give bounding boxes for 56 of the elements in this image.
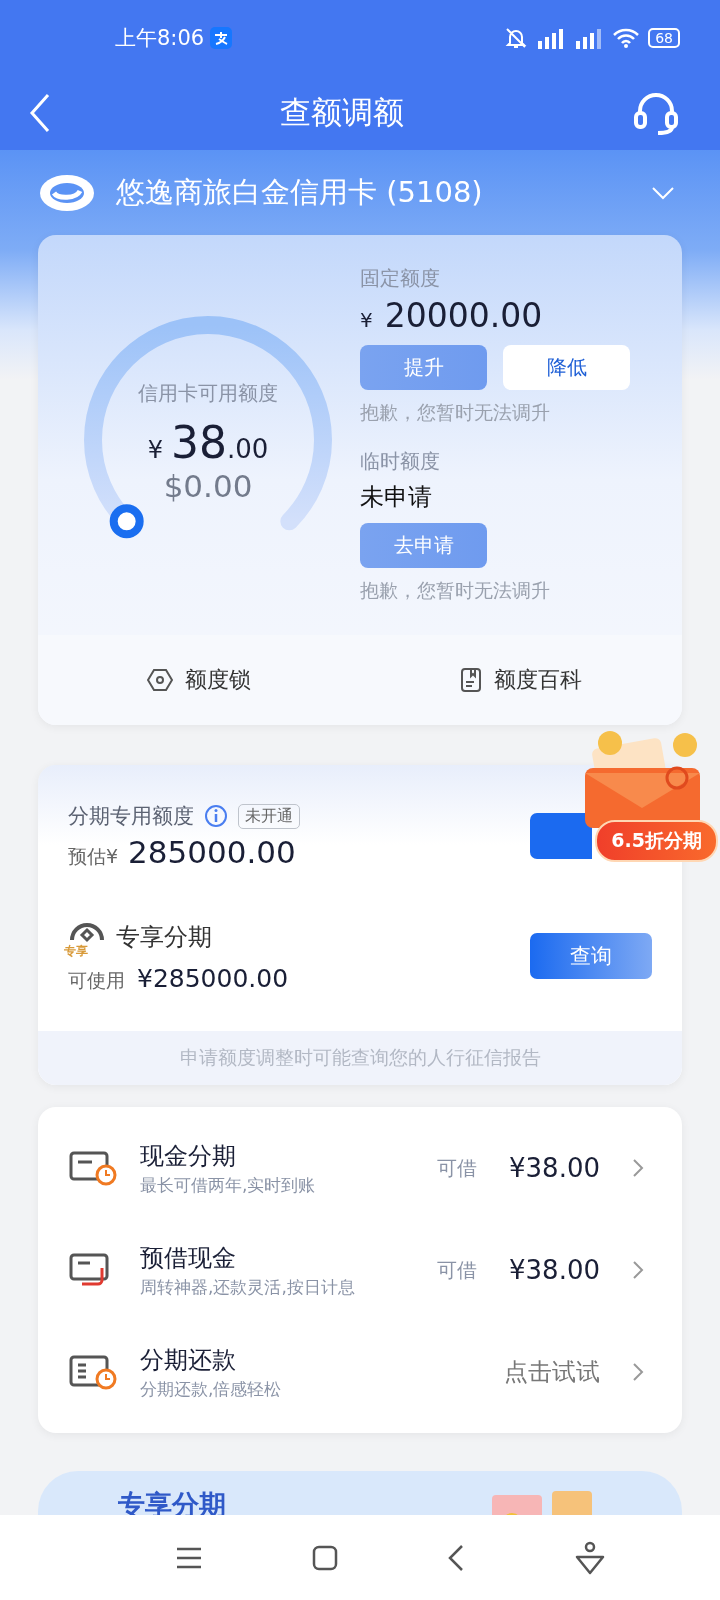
card-clock-icon xyxy=(68,1150,118,1186)
status-tag: 未开通 xyxy=(238,803,300,829)
battery-level: 68 xyxy=(648,27,680,48)
service-subtitle: 最长可借两年,实时到账 xyxy=(140,1173,317,1197)
fixed-limit-amount: 20000.00 xyxy=(384,296,543,335)
exclusive-installment-title: 专享分期 xyxy=(116,922,212,953)
document-icon xyxy=(460,667,482,693)
installment-limit-amount: 285000.00 xyxy=(128,834,296,870)
assistant-icon[interactable] xyxy=(573,1540,606,1575)
currency-symbol: ¥ xyxy=(360,308,373,332)
temporary-limit-status: 未申请 xyxy=(360,482,433,513)
chevron-right-icon xyxy=(632,1362,644,1382)
bank-logo-icon xyxy=(38,172,96,213)
usd-credit-amount: $0.00 xyxy=(163,468,253,504)
document-clock-icon xyxy=(68,1354,118,1390)
chevron-down-icon[interactable] xyxy=(651,185,675,200)
service-subtitle: 周转神器,还款灵活,按日计息 xyxy=(140,1275,356,1299)
limit-link[interactable]: 额度百科 xyxy=(494,665,582,695)
status-time: 上午8:06 xyxy=(115,24,205,52)
hexagon-icon xyxy=(147,668,173,692)
currency-symbol: ¥ xyxy=(147,436,163,464)
notice-text: 抱歉，您暂时无法调升 xyxy=(360,578,551,603)
back-icon[interactable] xyxy=(28,92,52,133)
temporary-limit-label: 临时额度 xyxy=(360,448,441,475)
menu-icon[interactable] xyxy=(174,1545,203,1570)
borrow-amount: ¥38.00 xyxy=(509,1153,600,1183)
service-title[interactable]: 预借现金 xyxy=(140,1241,415,1274)
available-amount: ¥285000.00 xyxy=(137,964,289,993)
limit-link[interactable]: 额度锁 xyxy=(185,665,251,695)
service-subtitle: 分期还款,倍感轻松 xyxy=(140,1377,283,1401)
discount-badge[interactable]: 6.5折分期 xyxy=(595,820,718,862)
wifi-icon xyxy=(612,26,641,49)
chevron-right-icon xyxy=(632,1260,644,1280)
borrow-label: 可借 xyxy=(437,1154,477,1182)
notice-text: 抱歉，您暂时无法调升 xyxy=(360,400,551,425)
query-button[interactable]: 查询 xyxy=(530,933,652,979)
borrow-amount: ¥38.00 xyxy=(509,1255,600,1285)
borrow-label: 可借 xyxy=(437,1256,477,1284)
available-credit-amount: 38.00 xyxy=(170,417,269,468)
available-credit-label: 信用卡可用额度 xyxy=(138,380,278,407)
adjust-button[interactable]: 降低 xyxy=(503,345,630,390)
info-icon[interactable] xyxy=(204,804,228,828)
page-title: 查额调额 xyxy=(280,92,404,132)
try-link[interactable]: 点击试试 xyxy=(504,1356,600,1388)
installment-limit-label: 分期专用额度 xyxy=(68,803,194,830)
estimate-label: 预估¥ xyxy=(68,844,119,869)
available-label: 可使用 xyxy=(68,968,125,993)
service-title[interactable]: 现金分期 xyxy=(140,1139,415,1172)
home-icon[interactable] xyxy=(311,1544,338,1571)
service-title[interactable]: 分期还款 xyxy=(140,1343,482,1376)
credit-report-notice: 申请额度调整时可能查询您的人行征信报告 xyxy=(38,1031,682,1085)
back-icon[interactable] xyxy=(446,1543,465,1572)
bell-off-icon xyxy=(504,25,529,50)
app-notification-icon xyxy=(210,26,233,49)
chevron-right-icon xyxy=(632,1158,644,1178)
fixed-limit-label: 固定额度 xyxy=(360,265,441,292)
